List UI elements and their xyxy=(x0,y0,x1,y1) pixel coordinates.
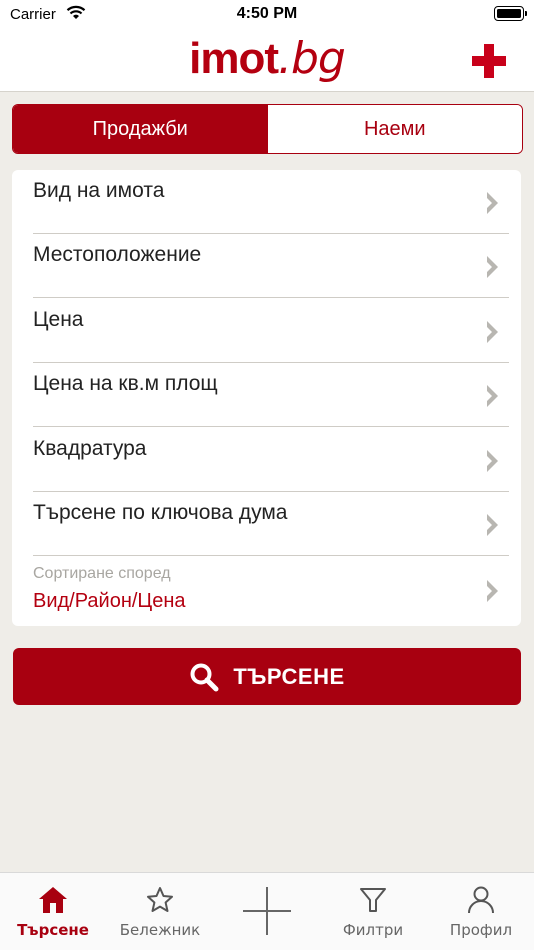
nav-bar: imot.bg xyxy=(0,30,534,92)
filters-list: Вид на имота Местоположение Цена Цена на… xyxy=(12,170,521,626)
home-icon xyxy=(39,887,67,913)
tab-label: Бележник xyxy=(119,921,201,939)
logo-suffix-text: .bg xyxy=(278,33,346,84)
filter-row-label: Цена на кв.м площ xyxy=(33,372,218,395)
search-button[interactable]: ТЪРСЕНЕ xyxy=(13,648,521,705)
segment-sales[interactable]: Продажби xyxy=(13,105,268,153)
filter-row-label: Цена xyxy=(33,308,84,331)
chevron-right-icon xyxy=(487,385,498,407)
filter-icon xyxy=(360,888,386,912)
tab-profile[interactable]: Профил xyxy=(443,873,519,950)
filter-row-price-per-sqm[interactable]: Цена на кв.м площ xyxy=(12,363,521,427)
add-listing-icon[interactable] xyxy=(472,44,506,78)
filter-row-label: Вид на имота xyxy=(33,179,165,202)
row-divider xyxy=(33,426,509,427)
filter-row-keyword[interactable]: Търсене по ключова дума xyxy=(12,492,521,556)
segment-rentals[interactable]: Наеми xyxy=(267,105,522,153)
tab-label: Профил xyxy=(449,921,513,939)
app-logo: imot.bg xyxy=(0,30,534,88)
tab-filters[interactable]: Филтри xyxy=(333,873,413,950)
row-divider xyxy=(33,555,509,556)
star-icon xyxy=(147,887,173,912)
filter-row-label: Квадратура xyxy=(33,437,147,460)
filter-row-label: Местоположение xyxy=(33,243,202,266)
tab-notebook[interactable]: Бележник xyxy=(116,873,204,950)
filter-row-price[interactable]: Цена xyxy=(12,299,521,363)
chevron-right-icon xyxy=(487,580,498,602)
status-bar: Carrier 4:50 PM xyxy=(0,0,534,30)
chevron-right-icon xyxy=(487,321,498,343)
row-divider xyxy=(33,297,509,298)
logo-main-text: imot xyxy=(189,34,279,83)
tab-bar: Търсене Бележник Филтри Профил xyxy=(0,872,534,950)
plus-icon xyxy=(243,887,291,935)
tab-label: Търсене xyxy=(17,921,89,939)
filter-row-sort[interactable]: Сортиране според Вид/Район/Цена xyxy=(12,557,521,626)
chevron-right-icon xyxy=(487,450,498,472)
search-icon xyxy=(190,663,219,691)
filter-row-location[interactable]: Местоположение xyxy=(12,234,521,298)
filter-row-area[interactable]: Квадратура xyxy=(12,428,521,492)
filter-row-label: Търсене по ключова дума xyxy=(33,501,288,524)
battery-icon xyxy=(494,6,527,21)
profile-icon xyxy=(468,886,494,914)
chevron-right-icon xyxy=(487,256,498,278)
search-button-label: ТЪРСЕНЕ xyxy=(233,663,345,689)
sort-value: Вид/Район/Цена xyxy=(33,590,186,612)
tab-add[interactable] xyxy=(232,873,302,950)
tab-search[interactable]: Търсене xyxy=(10,873,96,950)
chevron-right-icon xyxy=(487,192,498,214)
tab-label: Филтри xyxy=(342,921,404,939)
sort-caption: Сортиране според xyxy=(33,565,171,582)
filter-row-property-type[interactable]: Вид на имота xyxy=(12,170,521,234)
chevron-right-icon xyxy=(487,514,498,536)
status-time: 4:50 PM xyxy=(236,5,298,22)
deal-type-segmented-control: Продажби Наеми xyxy=(12,104,523,154)
